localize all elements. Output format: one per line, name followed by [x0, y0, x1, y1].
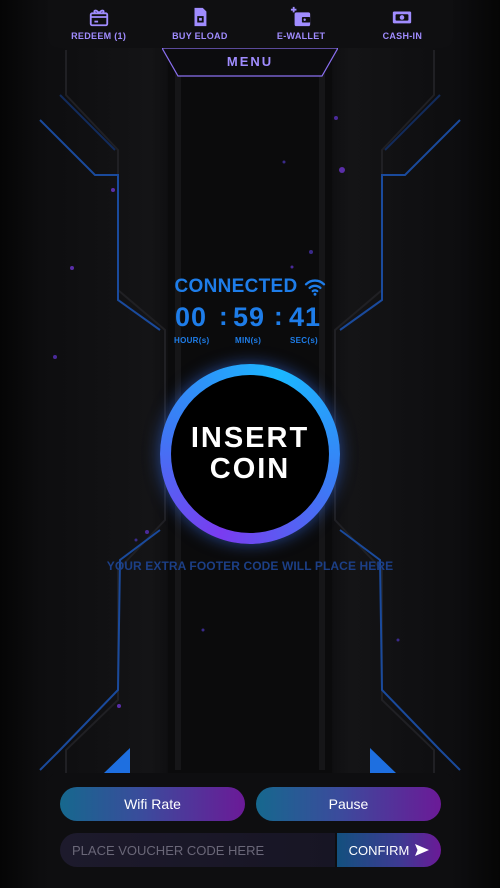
menu-button[interactable]: MENU: [162, 48, 338, 77]
timer-hours: 00: [175, 302, 208, 332]
pause-button[interactable]: Pause: [256, 787, 441, 821]
confirm-button[interactable]: CONFIRM: [337, 833, 441, 867]
timer-separator: :: [219, 301, 228, 331]
bottom-action-panel: Wifi Rate Pause CONFIRM: [48, 773, 453, 888]
nav-redeem-button[interactable]: REDEEM (1): [48, 0, 149, 48]
nav-buy-eload-button[interactable]: BUY ELOAD: [149, 0, 250, 48]
wifi-rate-button[interactable]: Wifi Rate: [60, 787, 245, 821]
wifi-icon: [304, 279, 325, 296]
connection-status: CONNECTED: [0, 276, 500, 298]
wallet-icon: [291, 6, 311, 27]
nav-buy-eload-label: BUY ELOAD: [172, 31, 228, 41]
insert-coin-line2: COIN: [209, 453, 291, 485]
confirm-label: CONFIRM: [348, 842, 410, 858]
timer-hours-label: HOUR(s): [174, 336, 210, 345]
footer-code-text: YOUR EXTRA FOOTER CODE WILL PLACE HERE: [106, 559, 394, 573]
voucher-code-input[interactable]: [60, 833, 335, 867]
nav-redeem-label: REDEEM (1): [71, 31, 127, 41]
send-icon: [415, 844, 430, 856]
menu-label: MENU: [226, 54, 274, 69]
insert-coin-button[interactable]: INSERT COIN: [160, 364, 340, 544]
timer-minutes: 59: [233, 302, 266, 332]
session-timer: 00 : 59 : 41 HOUR(s) MIN(s) SEC(s): [170, 301, 330, 352]
top-navigation: REDEEM (1) BUY ELOAD E-WALLET CASH-IN: [48, 0, 453, 48]
nav-cash-in-button[interactable]: CASH-IN: [352, 0, 453, 48]
nav-e-wallet-label: E-WALLET: [276, 31, 326, 41]
nav-cash-in-label: CASH-IN: [382, 31, 423, 41]
timer-seconds: 41: [289, 302, 322, 332]
timer-minutes-label: MIN(s): [235, 336, 262, 345]
insert-coin-line1: INSERT: [190, 422, 310, 454]
connection-status-text: CONNECTED: [174, 276, 298, 297]
nav-e-wallet-button[interactable]: E-WALLET: [251, 0, 352, 48]
timer-separator: :: [274, 301, 283, 331]
sim-card-icon: [194, 7, 207, 27]
timer-seconds-label: SEC(s): [290, 336, 319, 345]
gift-card-icon: [89, 9, 108, 27]
cash-icon: [393, 11, 412, 24]
